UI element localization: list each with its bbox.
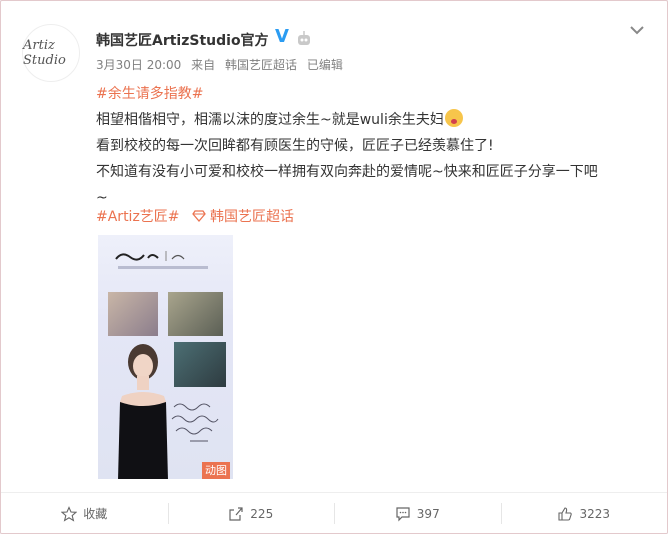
source-prefix: 来自 — [191, 58, 216, 72]
media-subtitle-bar — [118, 266, 208, 269]
like-button[interactable]: 3223 — [500, 493, 668, 533]
post-text: #余生请多指教# 相望相偕相守，相濡以沫的度过余生~就是wuli余生夫妇 看到校… — [96, 81, 646, 211]
avatar[interactable]: Artiz Studio — [22, 24, 80, 82]
handwritten-script-image — [171, 403, 219, 442]
action-bar: 收藏 225 397 3223 — [1, 492, 668, 533]
still-photo — [174, 342, 226, 387]
edited-label[interactable]: 已编辑 — [307, 58, 343, 72]
robot-icon — [298, 31, 310, 45]
post-time[interactable]: 3月30日 20:00 — [96, 58, 181, 72]
hashtag-link[interactable]: #余生请多指教# — [96, 81, 646, 107]
share-icon — [229, 506, 243, 521]
post-meta: 3月30日 20:00 来自 韩国艺匠超话 已编辑 — [96, 56, 349, 73]
repost-button[interactable]: 225 — [167, 493, 335, 533]
post-media-image[interactable] — [98, 235, 233, 479]
collect-button[interactable]: 收藏 — [1, 493, 168, 533]
topic-tag-link[interactable]: #Artiz艺匠# — [96, 209, 180, 225]
drama-logo-image — [115, 251, 185, 261]
avatar-logo-text: Artiz Studio — [23, 38, 66, 68]
post-line: 不知道有没有小可爱和校校一样拥有双向奔赴的爱情呢~快来和匠匠子分享一下吧 — [96, 164, 598, 180]
comment-count: 397 — [416, 506, 440, 521]
gif-badge: 动图 — [202, 462, 230, 479]
post-line: 看到校校的每一次回眸都有顾医生的守候，匠匠子已经羡慕住了! — [96, 138, 494, 154]
like-count: 3223 — [579, 506, 611, 521]
author-name[interactable]: 韩国艺匠ArtizStudio官方 — [96, 30, 269, 50]
post-line: 相望相偕相守，相濡以沫的度过余生~就是wuli余生夫妇 — [96, 107, 646, 133]
verified-icon: V — [275, 26, 289, 47]
comment-button[interactable]: 397 — [334, 493, 501, 533]
thumbs-up-icon — [558, 506, 573, 521]
collect-label: 收藏 — [83, 507, 108, 521]
star-icon — [61, 505, 78, 522]
comment-icon — [396, 506, 410, 521]
super-topic-link[interactable]: 韩国艺匠超话 — [210, 209, 294, 225]
chevron-down-icon[interactable] — [627, 23, 647, 37]
topic-row: #Artiz艺匠# 韩国艺匠超话 — [96, 206, 294, 226]
weibo-post-card: Artiz Studio 韩国艺匠ArtizStudio官方 V 3月30日 2… — [0, 0, 668, 534]
post-line-text: 相望相偕相守，相濡以沫的度过余生~就是wuli余生夫妇 — [96, 112, 444, 128]
repost-count: 225 — [250, 506, 274, 521]
super-topic-icon — [192, 210, 206, 222]
surprised-face-icon — [444, 109, 463, 127]
source-link[interactable]: 韩国艺匠超话 — [225, 58, 297, 72]
